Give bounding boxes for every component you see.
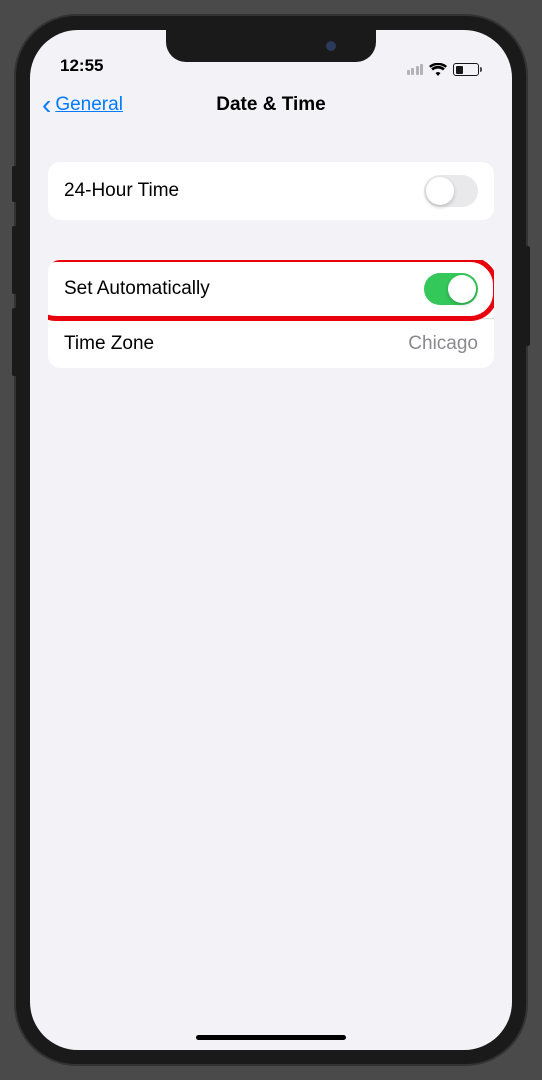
chevron-left-icon: ‹ bbox=[42, 91, 51, 119]
toggle-24-hour-time[interactable] bbox=[424, 175, 478, 207]
toggle-knob bbox=[426, 177, 454, 205]
row-label: Set Automatically bbox=[64, 278, 210, 300]
row-time-zone[interactable]: Time Zone Chicago bbox=[64, 318, 494, 368]
row-set-automatically[interactable]: Set Automatically bbox=[48, 260, 494, 318]
settings-content: 24-Hour Time Set Automatically Time Zone bbox=[30, 130, 512, 368]
page-title: Date & Time bbox=[216, 94, 325, 116]
row-24-hour-time[interactable]: 24-Hour Time bbox=[48, 162, 494, 220]
home-indicator[interactable] bbox=[196, 1035, 346, 1040]
toggle-knob bbox=[448, 275, 476, 303]
phone-screen: 12:55 ‹ General Date & Time bbox=[30, 30, 512, 1050]
toggle-set-automatically[interactable] bbox=[424, 273, 478, 305]
row-label: Time Zone bbox=[64, 333, 154, 355]
settings-group-time-format: 24-Hour Time bbox=[48, 162, 494, 220]
front-camera bbox=[326, 41, 336, 51]
volume-down-button bbox=[12, 308, 18, 376]
power-button bbox=[524, 246, 530, 346]
wifi-icon bbox=[429, 63, 447, 76]
row-label: 24-Hour Time bbox=[64, 180, 179, 202]
battery-icon bbox=[453, 63, 482, 76]
volume-up-button bbox=[12, 226, 18, 294]
phone-frame: 12:55 ‹ General Date & Time bbox=[16, 16, 526, 1064]
status-time: 12:55 bbox=[60, 56, 160, 76]
notch bbox=[166, 30, 376, 62]
settings-group-auto-time: Set Automatically Time Zone Chicago bbox=[48, 260, 494, 368]
cell-signal-icon bbox=[407, 64, 424, 75]
back-button-label: General bbox=[55, 94, 123, 116]
back-button[interactable]: ‹ General bbox=[42, 91, 123, 119]
mute-switch bbox=[12, 166, 18, 202]
navigation-bar: ‹ General Date & Time bbox=[30, 80, 512, 130]
row-value: Chicago bbox=[408, 333, 478, 355]
